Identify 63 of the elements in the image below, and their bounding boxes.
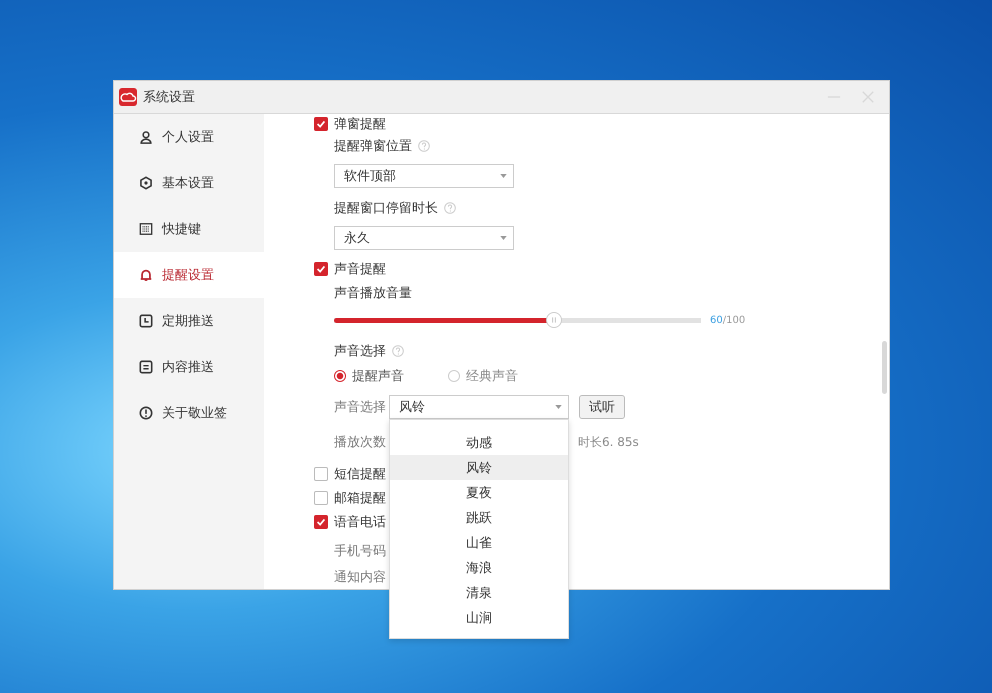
duration-text: 时长6. 85s xyxy=(578,434,639,450)
help-icon[interactable] xyxy=(418,140,430,152)
checkmark-icon xyxy=(315,516,327,528)
checkbox-label: 声音提醒 xyxy=(334,261,386,278)
radio-label: 提醒声音 xyxy=(352,368,404,385)
menu-item[interactable]: 风铃 xyxy=(390,455,568,480)
setting-label: 声音选择 xyxy=(334,343,386,360)
radio-button[interactable] xyxy=(334,370,346,382)
close-icon[interactable] xyxy=(861,90,875,104)
checkbox-label: 语音电话 xyxy=(334,514,386,531)
sidebar-item[interactable]: 提醒设置 xyxy=(114,252,264,298)
help-icon[interactable] xyxy=(444,202,456,214)
volume-reading: 60/100 xyxy=(710,314,746,326)
setting-label: 声音播放音量 xyxy=(334,285,412,302)
sidebar-item[interactable]: 定期推送 xyxy=(114,298,264,344)
menu-item[interactable]: 山雀 xyxy=(390,530,568,555)
radio-label: 经典声音 xyxy=(466,368,518,385)
sidebar-item[interactable]: 基本设置 xyxy=(114,160,264,206)
menu-item[interactable]: 跳跃 xyxy=(390,505,568,530)
window-title: 系统设置 xyxy=(143,89,195,106)
preview-button[interactable]: 试听 xyxy=(579,395,625,419)
document-icon xyxy=(139,360,153,374)
clock-icon xyxy=(139,314,153,328)
hexagon-icon xyxy=(139,176,153,190)
sidebar-item[interactable]: 内容推送 xyxy=(114,344,264,390)
menu-item[interactable]: 动感 xyxy=(390,430,568,455)
menu-item[interactable]: 夏夜 xyxy=(390,480,568,505)
checkmark-icon xyxy=(315,263,327,275)
dropdown-field[interactable]: 永久 xyxy=(334,226,514,250)
bell-icon xyxy=(139,268,153,282)
cloud-logo-icon xyxy=(119,88,137,106)
scrollbar-thumb[interactable] xyxy=(882,341,887,394)
setting-label: 通知内容 xyxy=(334,569,387,586)
setting-label: 声音选择 xyxy=(334,399,387,416)
checkbox-label: 邮箱提醒 xyxy=(334,490,386,507)
keyboard-icon xyxy=(139,222,153,236)
setting-label: 提醒弹窗位置 xyxy=(334,138,412,155)
checkbox[interactable] xyxy=(314,467,328,481)
checkbox[interactable] xyxy=(314,262,328,276)
checkbox-label: 弹窗提醒 xyxy=(334,116,386,133)
menu-item[interactable]: 清泉 xyxy=(390,580,568,605)
checkmark-icon xyxy=(315,118,327,130)
slider-thumb[interactable] xyxy=(546,312,562,328)
caret-icon xyxy=(555,405,562,409)
sidebar-item[interactable]: 关于敬业签 xyxy=(114,390,264,436)
checkbox-label: 短信提醒 xyxy=(334,466,386,483)
sidebar-item[interactable]: 快捷键 xyxy=(114,206,264,252)
menu-item[interactable]: 海浪 xyxy=(390,555,568,580)
setting-label: 提醒窗口停留时长 xyxy=(334,200,438,217)
exclamation-icon xyxy=(139,406,153,420)
menu-item[interactable]: 山涧 xyxy=(390,605,568,630)
checkbox[interactable] xyxy=(314,515,328,529)
checkbox[interactable] xyxy=(314,117,328,131)
sidebar-item[interactable]: 个人设置 xyxy=(114,114,264,160)
dropdown-field[interactable]: 软件顶部 xyxy=(334,164,514,188)
setting-label: 播放次数 xyxy=(334,434,387,451)
checkbox[interactable] xyxy=(314,491,328,505)
caret-icon xyxy=(500,174,507,178)
help-icon[interactable] xyxy=(392,345,404,357)
setting-label: 手机号码 xyxy=(334,543,387,560)
dropdown-field[interactable]: 风铃 xyxy=(389,395,569,419)
caret-icon xyxy=(500,236,507,240)
person-icon xyxy=(139,130,153,144)
